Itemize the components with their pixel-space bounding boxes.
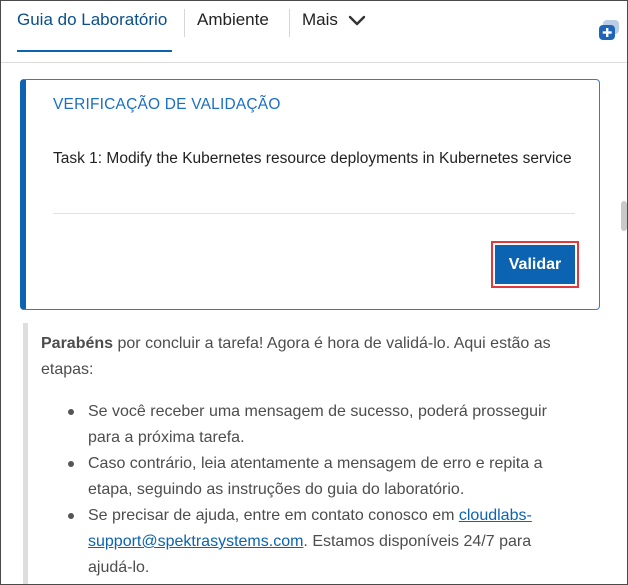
bullet-text-pre: Se precisar de ajuda, entre em contato c… <box>88 507 459 524</box>
validation-card: VERIFICAÇÃO DE VALIDAÇÃO Task 1: Modify … <box>20 79 600 310</box>
validate-button-highlight: Validar <box>491 241 579 288</box>
bullet-text: Se você receber uma mensagem de sucesso,… <box>88 403 547 446</box>
tab-divider <box>184 9 185 37</box>
bullet-text: Caso contrário, leia atentamente a mensa… <box>88 455 543 498</box>
scrollbar-thumb[interactable] <box>621 201 627 231</box>
intro-bold: Parabéns <box>41 335 114 352</box>
tab-bar: Guia do Laboratório Ambiente Mais <box>1 1 627 63</box>
intro-paragraph: Parabéns por concluir a tarefa! Agora é … <box>41 331 581 383</box>
tab-environment[interactable]: Ambiente <box>197 10 269 30</box>
validation-title: VERIFICAÇÃO DE VALIDAÇÃO <box>53 96 281 113</box>
card-divider <box>53 213 575 214</box>
intro-text: por concluir a tarefa! Agora é hora de v… <box>41 335 551 378</box>
list-item: Se você receber uma mensagem de sucesso,… <box>60 399 575 451</box>
list-item: Se precisar de ajuda, entre em contato c… <box>60 503 575 581</box>
chevron-down-icon[interactable] <box>348 14 366 28</box>
lab-guide-panel: Guia do Laboratório Ambiente Mais VERIFI… <box>0 0 628 585</box>
tab-more[interactable]: Mais <box>302 10 338 30</box>
steps-list: Se você receber uma mensagem de sucesso,… <box>60 399 575 581</box>
tab-divider <box>289 9 290 37</box>
list-item: Caso contrário, leia atentamente a mensa… <box>60 451 575 503</box>
active-tab-indicator <box>17 50 172 52</box>
task-description: Task 1: Modify the Kubernetes resource d… <box>53 150 572 167</box>
validate-button[interactable]: Validar <box>495 245 575 284</box>
add-chat-icon[interactable] <box>597 19 621 41</box>
tab-lab-guide[interactable]: Guia do Laboratório <box>17 10 167 30</box>
